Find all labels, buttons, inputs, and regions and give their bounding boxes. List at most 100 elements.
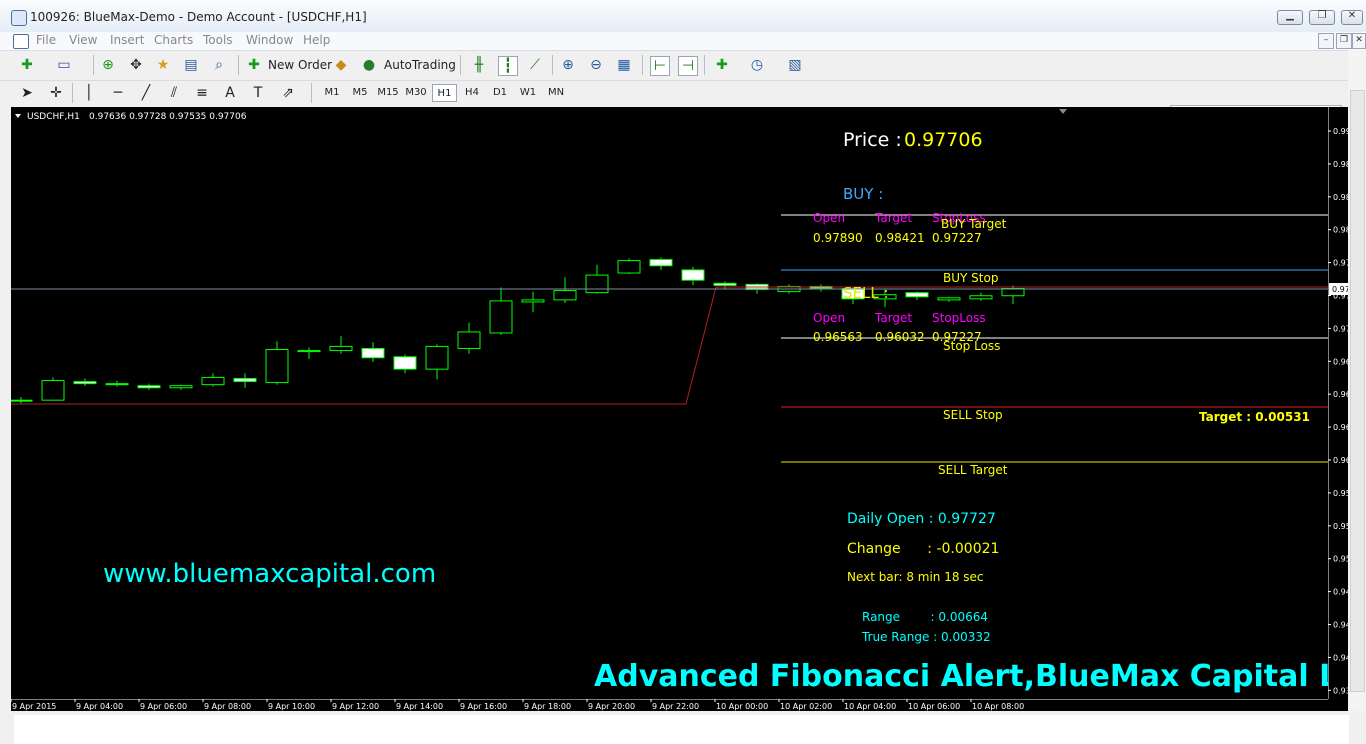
text-icon[interactable]: A <box>221 84 239 102</box>
range-value: Range : 0.00664 <box>862 610 988 624</box>
tf-d1[interactable]: D1 <box>488 84 512 102</box>
time-tick-label: 10 Apr 00:00 <box>716 702 768 711</box>
candle-bull <box>41 380 65 401</box>
menu-charts[interactable]: Charts <box>154 33 193 47</box>
tf-m5[interactable]: M5 <box>348 84 372 102</box>
vertical-line-icon[interactable]: │ <box>80 84 98 102</box>
menu-view[interactable]: View <box>69 33 97 47</box>
text-label-icon[interactable]: T <box>249 84 267 102</box>
tf-h1[interactable]: H1 <box>432 84 457 102</box>
new-order-button[interactable]: New Order <box>268 56 332 74</box>
menu-tools[interactable]: Tools <box>203 33 233 47</box>
close-button[interactable]: ✕ <box>1341 10 1363 25</box>
price-label: Price : <box>843 129 902 151</box>
zoom-out-icon[interactable]: ⊖ <box>587 56 605 74</box>
minimize-button[interactable]: ▁ <box>1277 10 1303 25</box>
mdi-restore-button[interactable]: ❐ <box>1336 33 1352 49</box>
menu-file[interactable]: File <box>36 33 56 47</box>
time-tick-label: 9 Apr 12:00 <box>332 702 379 711</box>
equidistant-channel-icon[interactable]: ⫽ <box>165 84 183 102</box>
candle-bear <box>649 259 673 267</box>
terminal-panel <box>14 715 1349 744</box>
terminal-icon[interactable]: ▤ <box>182 56 200 74</box>
market-watch-icon[interactable]: ⊕ <box>99 56 117 74</box>
candle-bull <box>1001 288 1025 297</box>
time-tick-label: 10 Apr 02:00 <box>780 702 832 711</box>
tf-w1[interactable]: W1 <box>516 84 540 102</box>
indicators-icon[interactable]: ✚ <box>713 56 731 74</box>
cursor-icon[interactable]: ➤ <box>18 84 36 102</box>
sell-open-header: Open <box>813 311 845 325</box>
profiles-icon[interactable]: ▭ <box>55 56 73 74</box>
metaeditor-icon[interactable]: ◆ <box>332 56 350 74</box>
vertical-scrollbar[interactable] <box>1348 50 1366 711</box>
candle-bear <box>105 383 129 386</box>
time-tick-label: 9 Apr 04:00 <box>76 702 123 711</box>
line-chart-icon[interactable]: ⟋ <box>526 56 544 74</box>
bar-chart-icon[interactable]: ╫ <box>470 56 488 74</box>
candle-bear <box>713 282 737 286</box>
menu-window[interactable]: Window <box>246 33 293 47</box>
candle-bull <box>617 260 641 274</box>
data-window-icon[interactable]: ✥ <box>127 56 145 74</box>
strategy-tester-icon[interactable]: ⌕ <box>210 56 228 74</box>
chart-window-icon[interactable] <box>13 34 29 49</box>
menu-help[interactable]: Help <box>303 33 330 47</box>
new-chart-icon[interactable]: ✚ <box>18 56 36 74</box>
mdi-minimize-button[interactable]: – <box>1318 33 1334 49</box>
time-tick-label: 9 Apr 22:00 <box>652 702 699 711</box>
time-tick-label: 9 Apr 16:00 <box>460 702 507 711</box>
autotrading-icon[interactable]: ● <box>360 56 378 74</box>
candlestick-chart-icon[interactable]: ┇ <box>498 56 518 76</box>
time-tick-label: 9 Apr 14:00 <box>396 702 443 711</box>
horizontal-line-icon[interactable]: ─ <box>109 84 127 102</box>
candle-bull <box>969 295 993 300</box>
candle-bull <box>457 331 481 349</box>
auto-scroll-icon[interactable]: ⊢ <box>650 56 670 76</box>
trendline-icon[interactable]: ╱ <box>137 84 155 102</box>
chart-shift-marker-icon[interactable] <box>1059 109 1067 114</box>
autotrading-button[interactable]: AutoTrading <box>384 56 456 74</box>
chart-shift-icon[interactable]: ⊣ <box>678 56 698 76</box>
change-value: Change : -0.00021 <box>847 541 999 557</box>
buy-open-header: Open <box>813 211 845 225</box>
candle-bull <box>937 297 961 301</box>
standard-toolbar: ✚ ▭ ⊕ ✥ ★ ▤ ⌕ ✚ New Order ◆ ● AutoTradin… <box>0 50 1366 126</box>
brand-label: Advanced Fibonacci Alert,BlueMax Capital… <box>594 659 1328 694</box>
fibonacci-icon[interactable]: ≡ <box>193 84 211 102</box>
crosshair-icon[interactable]: ✛ <box>47 84 65 102</box>
tf-m1[interactable]: M1 <box>320 84 344 102</box>
stop-loss-line-label: Stop Loss <box>943 339 1000 353</box>
chart-menu-icon[interactable] <box>15 114 21 118</box>
new-order-icon[interactable]: ✚ <box>245 56 263 74</box>
menu-insert[interactable]: Insert <box>110 33 144 47</box>
candle-bear <box>137 385 161 389</box>
time-axis[interactable]: 9 Apr 2015 9 Apr 04:00 9 Apr 06:00 9 Apr 08… <box>11 699 1328 711</box>
zoom-in-icon[interactable]: ⊕ <box>559 56 577 74</box>
menu-bar: File View Insert Charts Tools Window Hel… <box>0 32 1366 50</box>
sell-stoploss-header: StopLoss <box>932 311 986 325</box>
tile-windows-icon[interactable]: ▦ <box>615 56 633 74</box>
tf-mn[interactable]: MN <box>543 84 569 102</box>
buy-target-line-label: BUY Target <box>941 217 1007 231</box>
candle-bear <box>11 399 33 402</box>
time-tick-label: 9 Apr 10:00 <box>268 702 315 711</box>
templates-icon[interactable]: ▧ <box>786 56 804 74</box>
chart-canvas[interactable]: USDCHF,H1 0.97636 0.97728 0.97535 0.9770… <box>11 107 1328 699</box>
tf-m30[interactable]: M30 <box>403 84 429 102</box>
scrollbar-thumb[interactable] <box>1350 90 1365 692</box>
price-chart[interactable]: USDCHF,H1 0.97636 0.97728 0.97535 0.9770… <box>11 107 1328 699</box>
sell-target-header: Target <box>874 311 912 325</box>
periods-icon[interactable]: ◷ <box>748 56 766 74</box>
time-tick-label: 10 Apr 08:00 <box>972 702 1024 711</box>
tf-h4[interactable]: H4 <box>460 84 484 102</box>
tf-m15[interactable]: M15 <box>375 84 401 102</box>
mdi-close-button[interactable]: ✕ <box>1352 33 1366 49</box>
candle-bear <box>681 269 705 281</box>
restore-button[interactable]: ❐ <box>1309 10 1335 25</box>
time-tick-label: 9 Apr 06:00 <box>140 702 187 711</box>
navigator-icon[interactable]: ★ <box>154 56 172 74</box>
arrows-icon[interactable]: ⇗ <box>279 84 297 102</box>
sell-stop-line-label: SELL Stop <box>943 408 1003 422</box>
candle-bear <box>73 381 97 385</box>
